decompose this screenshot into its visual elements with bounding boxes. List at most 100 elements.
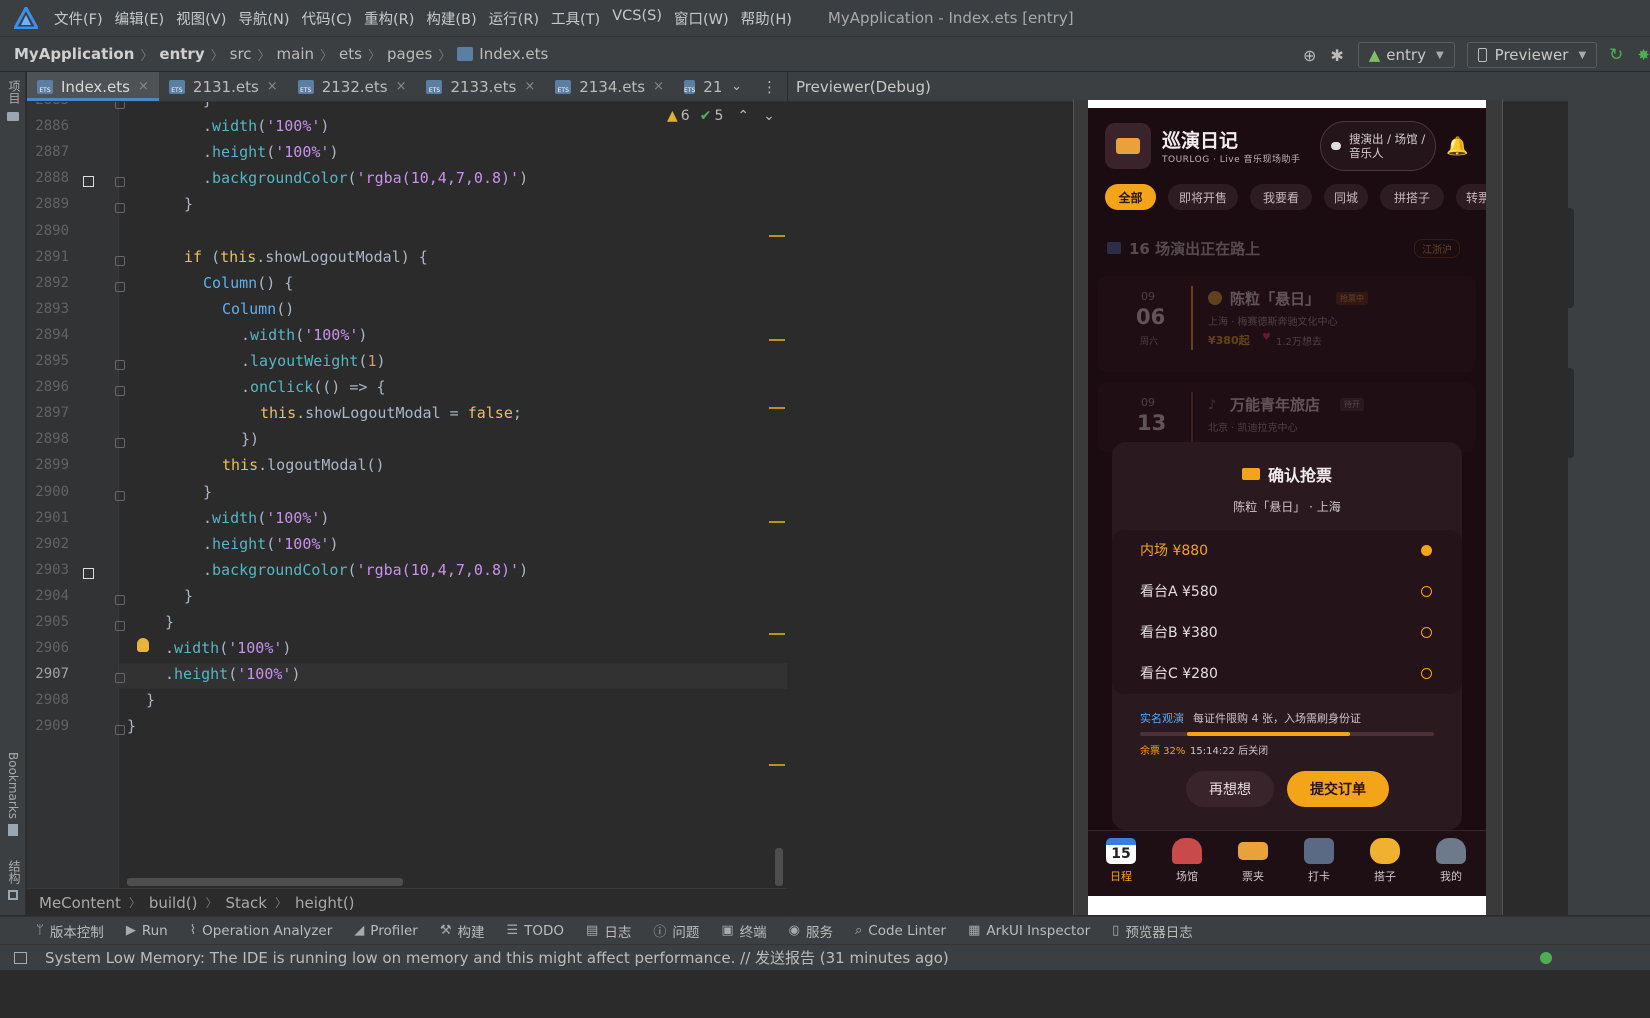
fold-marker-icon[interactable]	[115, 281, 125, 292]
cancel-button[interactable]: 再想想	[1186, 771, 1274, 807]
fold-marker-icon[interactable]	[115, 725, 125, 736]
tab-list-dropdown[interactable]: ⌄	[721, 72, 752, 101]
line-number[interactable]: 2905	[27, 614, 69, 630]
menu-build[interactable]: 构建(B)	[426, 8, 476, 29]
line-number[interactable]: 2896	[27, 379, 69, 395]
crumb-module[interactable]: entry	[159, 45, 204, 63]
tab-2135-ets[interactable]: ETS 2135.ets	[674, 72, 721, 101]
option-stand-a[interactable]: 看台A ¥580	[1116, 571, 1458, 611]
android-icon[interactable]: ✸	[1637, 46, 1650, 64]
tab-2132-ets[interactable]: ETS 2132.ets ×	[288, 72, 417, 101]
toolwin-code-linter[interactable]: ⌕ Code Linter	[855, 923, 946, 939]
device-select[interactable]: Previewer ▼	[1466, 42, 1598, 68]
line-number[interactable]: 2902	[27, 536, 69, 552]
option-stand-b[interactable]: 看台B ¥380	[1116, 612, 1458, 652]
chevron-down-icon[interactable]: ⌄	[763, 108, 775, 124]
toolwin-run[interactable]: ▶ Run	[126, 923, 168, 939]
crumb-build[interactable]: build()	[149, 894, 198, 912]
menu-window[interactable]: 窗口(W)	[674, 8, 729, 29]
chip-same-city[interactable]: 同城	[1324, 184, 1368, 210]
color-swatch-icon[interactable]	[83, 567, 94, 579]
line-number[interactable]: 2888	[27, 170, 69, 186]
toolwin-arkui-inspector[interactable]: ▦ ArkUI Inspector	[968, 923, 1090, 939]
structure-tool-button[interactable]: 结构	[6, 860, 23, 884]
menu-vcs[interactable]: VCS(S)	[612, 8, 662, 29]
fold-marker-icon[interactable]	[115, 490, 125, 501]
menu-tools[interactable]: 工具(T)	[551, 8, 600, 29]
side-handle[interactable]	[1568, 368, 1574, 458]
option-stand-c[interactable]: 看台C ¥280	[1116, 653, 1458, 693]
line-number[interactable]: 2886	[27, 118, 69, 134]
tab-schedule[interactable]: 15 日程	[1096, 838, 1146, 884]
warning-marker[interactable]	[769, 633, 785, 635]
chip-all[interactable]: 全部	[1105, 184, 1156, 210]
chip-upcoming[interactable]: 即将开售	[1168, 184, 1238, 210]
crumb-height[interactable]: height()	[295, 894, 355, 912]
toolwin-previewer-log[interactable]: ▯ 预览器日志	[1112, 921, 1193, 941]
project-tool-button[interactable]: 项目	[6, 80, 23, 104]
tab-tickets[interactable]: 票夹	[1228, 838, 1278, 884]
fold-marker-icon[interactable]	[115, 102, 125, 109]
toolwin-profiler[interactable]: ◢ Profiler	[354, 923, 418, 939]
lightbulb-icon[interactable]	[137, 638, 149, 652]
panel-toggle-icon[interactable]	[14, 951, 27, 964]
fold-marker-icon[interactable]	[115, 203, 125, 214]
line-number[interactable]: 2887	[27, 144, 69, 160]
crumb-ets[interactable]: ets	[339, 45, 362, 63]
crumb-src[interactable]: src	[230, 45, 252, 63]
close-icon[interactable]: ×	[653, 79, 664, 94]
tab-2133-ets[interactable]: ETS 2133.ets ×	[416, 72, 545, 101]
menu-run[interactable]: 运行(R)	[489, 8, 539, 29]
warning-marker[interactable]	[769, 764, 785, 766]
menu-help[interactable]: 帮助(H)	[741, 8, 792, 29]
line-number[interactable]: 2897	[27, 405, 69, 421]
close-icon[interactable]: ×	[138, 79, 149, 94]
toolwin-log[interactable]: ▤ 日志	[586, 921, 631, 941]
vertical-scrollbar[interactable]	[775, 848, 783, 886]
line-number[interactable]: 2904	[27, 588, 69, 604]
line-number[interactable]: 2894	[27, 327, 69, 343]
crumb-stack[interactable]: Stack	[225, 894, 267, 912]
bell-icon[interactable]: 🔔	[1446, 136, 1468, 157]
crumb-main[interactable]: main	[277, 45, 314, 63]
chip-resale[interactable]: 转票	[1456, 184, 1486, 210]
line-number[interactable]: 2885	[27, 102, 69, 108]
code-editor[interactable]: 2885 2886 2887 2888 2889 2890 2891 2892 2893 2894…	[27, 102, 787, 888]
toolwin-vcs[interactable]: ᛘ 版本控制	[36, 921, 104, 941]
fold-marker-icon[interactable]	[115, 386, 125, 397]
color-swatch-icon[interactable]	[83, 176, 94, 188]
toolwin-terminal[interactable]: ▣ 终端	[721, 921, 766, 941]
tab-2131-ets[interactable]: ETS 2131.ets ×	[159, 72, 288, 101]
horizontal-scrollbar[interactable]	[127, 878, 403, 886]
warning-marker[interactable]	[769, 521, 785, 523]
line-number[interactable]: 2903	[27, 562, 69, 578]
menu-refactor[interactable]: 重构(R)	[364, 8, 414, 29]
fold-marker-icon[interactable]	[115, 621, 125, 631]
line-number[interactable]: 2907	[27, 666, 69, 682]
tab-companions[interactable]: 搭子	[1360, 838, 1410, 884]
line-number[interactable]: 2899	[27, 457, 69, 473]
side-handle[interactable]	[1568, 208, 1574, 308]
line-number[interactable]: 2895	[27, 353, 69, 369]
warning-marker[interactable]	[769, 407, 785, 409]
fold-marker-icon[interactable]	[115, 594, 125, 605]
toolwin-problems[interactable]: ⓘ 问题	[653, 921, 699, 941]
module-select[interactable]: ▲ entry ▼	[1357, 42, 1455, 68]
line-number[interactable]: 2908	[27, 692, 69, 708]
crumb-mecontent[interactable]: MeContent	[39, 894, 121, 912]
close-icon[interactable]: ×	[267, 79, 278, 94]
search-box[interactable]: 搜演出 / 场馆 / 音乐人	[1320, 121, 1436, 171]
menu-edit[interactable]: 编辑(E)	[115, 8, 164, 29]
line-number[interactable]: 2909	[27, 718, 69, 734]
crumb-project[interactable]: MyApplication	[14, 45, 134, 63]
bug-icon[interactable]: ✱	[1330, 46, 1343, 65]
refresh-icon[interactable]: ↻	[1609, 45, 1623, 65]
line-number[interactable]: 2900	[27, 484, 69, 500]
toolwin-operation-analyzer[interactable]: ⌇ Operation Analyzer	[190, 923, 333, 939]
fold-marker-icon[interactable]	[115, 177, 125, 188]
bookmarks-tool-button[interactable]: Bookmarks	[6, 752, 20, 819]
menu-navigate[interactable]: 导航(N)	[238, 8, 289, 29]
status-message[interactable]: System Low Memory: The IDE is running lo…	[45, 947, 949, 968]
line-number[interactable]: 2891	[27, 249, 69, 265]
chip-want-to-see[interactable]: 我要看	[1250, 184, 1312, 210]
